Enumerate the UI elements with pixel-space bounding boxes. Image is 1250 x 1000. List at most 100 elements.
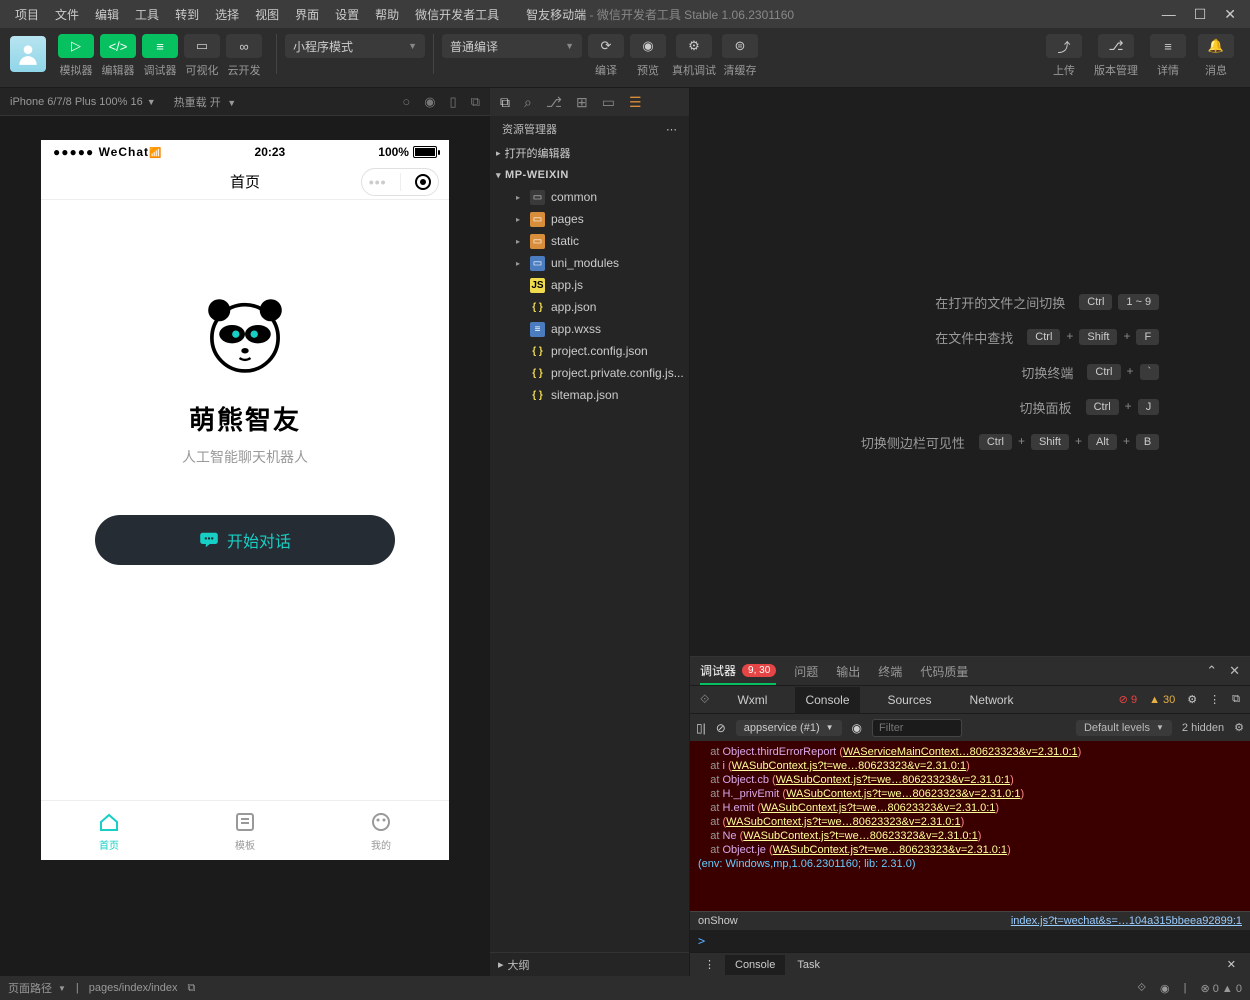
action-button[interactable]: ◉ <box>630 34 666 58</box>
files-icon[interactable]: ⧉ <box>500 94 510 111</box>
more-actions-icon[interactable]: ⋯ <box>666 123 677 136</box>
record-icon[interactable]: ○ <box>402 94 410 110</box>
file-item[interactable]: { }project.private.config.js... <box>490 362 689 384</box>
tabbar-item[interactable]: 我的 <box>313 801 449 860</box>
device-selector[interactable]: iPhone 6/7/8 Plus 100% 16▼ <box>10 96 156 108</box>
close-panel-icon[interactable]: ✕ <box>1229 663 1240 679</box>
menu-item[interactable]: 转到 <box>168 2 206 27</box>
inspect-icon[interactable]: ⟐ <box>700 692 709 707</box>
compile-dropdown[interactable]: 普通编译▼ <box>442 34 582 58</box>
tabbar-item[interactable]: 模板 <box>177 801 313 860</box>
menu-item[interactable]: 帮助 <box>368 2 406 27</box>
search-icon[interactable]: ⌕ <box>524 94 532 111</box>
scene-icon[interactable]: ⟐ <box>1137 982 1146 995</box>
ext-icon[interactable]: ⊞ <box>576 94 588 111</box>
bottom-tab[interactable]: Task <box>787 955 830 975</box>
menu-item[interactable]: 项目 <box>8 2 46 27</box>
start-chat-button[interactable]: 开始对话 <box>95 515 395 565</box>
levels-dropdown[interactable]: Default levels ▼ <box>1076 720 1172 736</box>
sidebar-toggle-icon[interactable]: ▯| <box>696 721 706 735</box>
more-icon[interactable]: ☰ <box>629 94 642 111</box>
kebab-icon[interactable]: ⋮ <box>1209 693 1220 706</box>
eye-icon[interactable]: ◉ <box>1160 982 1170 995</box>
explorer-section[interactable]: ▸打开的编辑器 <box>490 142 689 164</box>
clear-icon[interactable]: ⊘ <box>716 721 726 735</box>
file-item[interactable]: ▸▭uni_modules <box>490 252 689 274</box>
file-item[interactable]: ▸▭common <box>490 186 689 208</box>
menu-icon[interactable]: ••• <box>369 174 387 190</box>
devtools-tab[interactable]: Sources <box>878 687 942 713</box>
tool-button[interactable]: </> <box>100 34 136 58</box>
action-button[interactable]: ⚙ <box>676 34 712 58</box>
menu-item[interactable]: 文件 <box>48 2 86 27</box>
explorer-section[interactable]: ▾MP-WEIXIN <box>490 164 689 186</box>
drawer-icon[interactable]: ⋮ <box>696 954 723 975</box>
action-button[interactable]: ⊜ <box>722 34 758 58</box>
outline-section[interactable]: ▸大纲 <box>490 952 689 976</box>
tool-button[interactable]: ≡ <box>142 34 178 58</box>
console-prompt[interactable]: > <box>690 930 1250 952</box>
debugger-tab[interactable]: 调试器 9, 30 <box>700 662 776 685</box>
bottom-tab[interactable]: Console <box>725 955 785 975</box>
file-item[interactable]: ≡app.wxss <box>490 318 689 340</box>
devtools-tab[interactable]: Wxml <box>727 687 777 713</box>
devtools-tab[interactable]: Console <box>795 687 859 713</box>
hot-reload-toggle[interactable]: 热重载 开 ▼ <box>174 94 236 110</box>
menu-item[interactable]: 视图 <box>248 2 286 27</box>
tool-button[interactable]: ▭ <box>184 34 220 58</box>
tool-button[interactable]: ∞ <box>226 34 262 58</box>
error-count[interactable]: ⊘ 9 <box>1119 693 1137 706</box>
capsule-button[interactable]: ••• <box>361 168 439 196</box>
maximize-icon[interactable]: ☐ <box>1194 6 1207 23</box>
menu-item[interactable]: 选择 <box>208 2 246 27</box>
debugger-tab[interactable]: 输出 <box>836 663 860 680</box>
menu-item[interactable]: 微信开发者工具 <box>408 2 506 27</box>
right-button[interactable]: 🔔 <box>1198 34 1234 58</box>
right-button[interactable]: ≡ <box>1150 34 1186 58</box>
right-button[interactable]: ⎇ <box>1098 34 1134 58</box>
status-errors[interactable]: ⊗ 0 ▲ 0 <box>1200 982 1242 995</box>
copy-icon[interactable]: ⧉ <box>471 94 480 110</box>
avatar[interactable] <box>10 36 46 72</box>
close-icon[interactable]: ✕ <box>1224 6 1236 23</box>
debugger-tab[interactable]: 代码质量 <box>920 663 968 680</box>
menu-item[interactable]: 工具 <box>128 2 166 27</box>
minimize-icon[interactable]: ― <box>1162 6 1176 23</box>
eye-icon[interactable]: ◉ <box>852 721 862 735</box>
file-item[interactable]: ▸▭pages <box>490 208 689 230</box>
gear-icon[interactable]: ⚙ <box>1187 693 1197 706</box>
git-icon[interactable]: ⎇ <box>546 94 562 111</box>
tool-button[interactable]: ▷ <box>58 34 94 58</box>
copy-path-icon[interactable]: ⧉ <box>187 982 195 995</box>
dock-icon[interactable]: ⧉ <box>1232 693 1240 706</box>
warn-count[interactable]: ▲ 30 <box>1149 694 1175 706</box>
mode-dropdown[interactable]: 小程序模式▼ <box>285 34 425 58</box>
settings-icon[interactable]: ⚙ <box>1234 721 1244 734</box>
debugger-tab[interactable]: 终端 <box>878 663 902 680</box>
menu-item[interactable]: 界面 <box>288 2 326 27</box>
collapse-icon[interactable]: ⌃ <box>1206 663 1217 679</box>
menubar: 项目文件编辑工具转到选择视图界面设置帮助微信开发者工具 <box>8 2 506 27</box>
file-item[interactable]: { }sitemap.json <box>490 384 689 406</box>
debugger-tab[interactable]: 问题 <box>794 663 818 680</box>
file-item[interactable]: { }project.config.json <box>490 340 689 362</box>
filter-input[interactable] <box>872 719 962 737</box>
close-ring-icon[interactable] <box>415 174 431 190</box>
file-item[interactable]: ▸▭static <box>490 230 689 252</box>
context-dropdown[interactable]: appservice (#1)▼ <box>736 720 842 736</box>
menu-item[interactable]: 编辑 <box>88 2 126 27</box>
welcome-shortcuts: 在打开的文件之间切换Ctrl1 ~ 9在文件中查找Ctrl+Shift+F切换终… <box>690 88 1250 656</box>
target-icon[interactable]: ◉ <box>424 94 435 110</box>
file-item[interactable]: JSapp.js <box>490 274 689 296</box>
devtools-tab[interactable]: Network <box>960 687 1024 713</box>
run-icon[interactable]: ▭ <box>602 94 615 111</box>
menu-item[interactable]: 设置 <box>328 2 366 27</box>
hidden-count[interactable]: 2 hidden <box>1182 722 1224 734</box>
device-icon[interactable]: ▯ <box>450 94 457 110</box>
tabbar-item[interactable]: 首页 <box>41 801 177 860</box>
file-item[interactable]: { }app.json <box>490 296 689 318</box>
close-drawer-icon[interactable]: ✕ <box>1219 954 1244 975</box>
right-button[interactable]: ⤴ <box>1046 34 1082 58</box>
page-path[interactable]: 页面路径 ▼ <box>8 980 66 996</box>
action-button[interactable]: ⟳ <box>588 34 624 58</box>
